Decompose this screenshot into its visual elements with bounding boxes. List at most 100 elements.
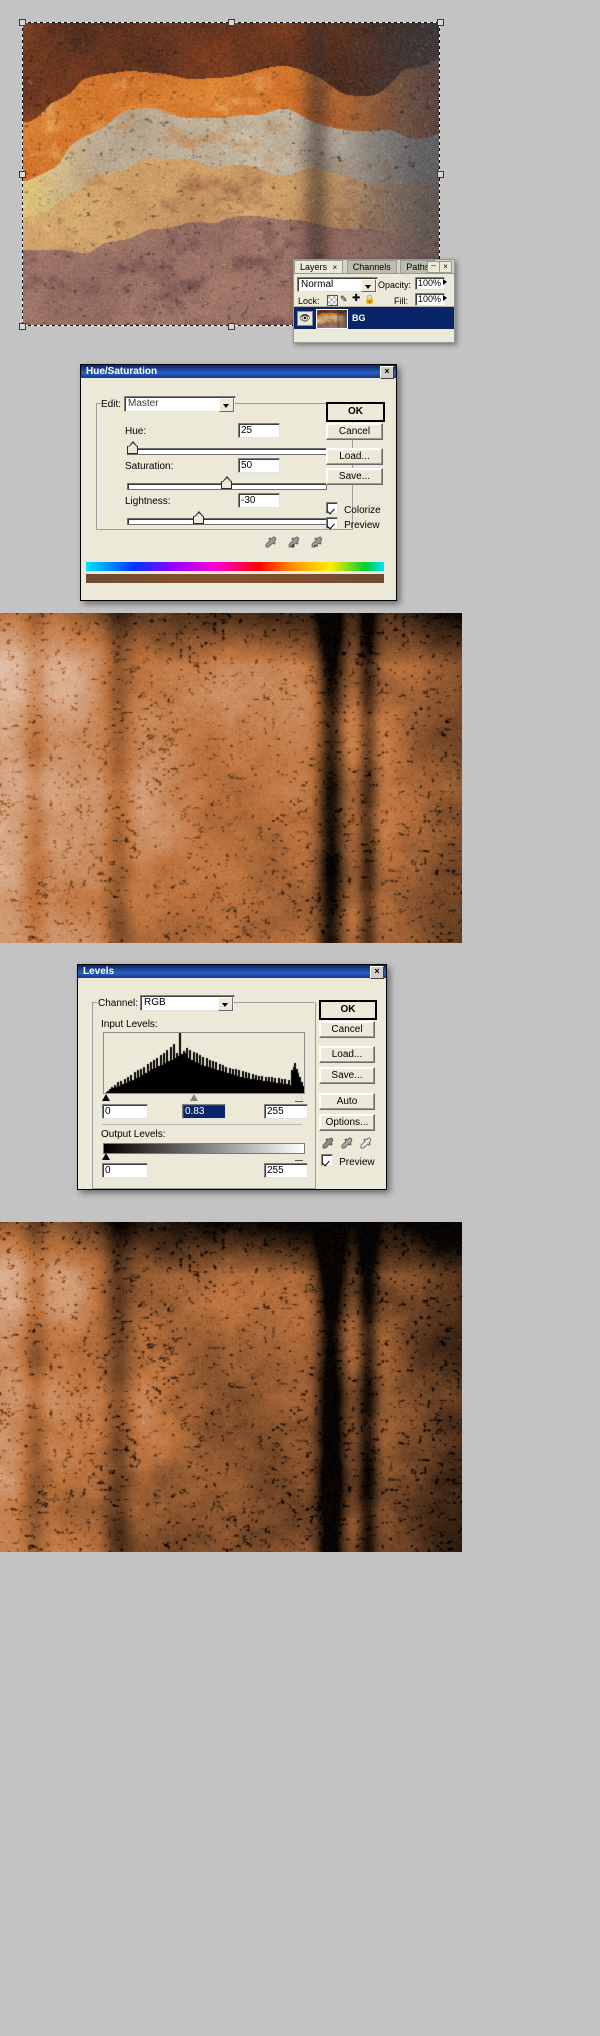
tab-layers-label: Layers <box>300 262 328 272</box>
input-black-point-handle[interactable] <box>102 1094 110 1101</box>
output-black-value[interactable]: 0 <box>102 1163 148 1178</box>
output-levels-label: Output Levels: <box>101 1129 166 1140</box>
save-button[interactable]: Save... <box>319 1067 375 1084</box>
opacity-value[interactable]: 100% <box>415 277 445 290</box>
layers-palette[interactable]: Layers × Channels Paths – × Normal Opaci… <box>293 259 455 343</box>
opacity-label: Opacity: <box>378 280 412 290</box>
fill-scrubber-icon[interactable] <box>443 295 447 301</box>
hue-saturation-dialog[interactable]: Hue/Saturation × Edit: Master Hue: 25 Sa… <box>80 364 397 601</box>
colorize-checkbox-row[interactable]: Colorize <box>326 502 381 516</box>
preview-checkbox-row[interactable]: Preview <box>326 517 380 531</box>
final-rust-texture <box>0 1222 462 1552</box>
preview-label: Preview <box>344 520 380 531</box>
dialog-body: Channel: RGB Input Levels: 0 0.83 255 Ou… <box>78 978 386 1189</box>
preview-checkbox-row[interactable]: Preview <box>321 1154 375 1168</box>
palette-close-button[interactable]: × <box>439 261 452 273</box>
opacity-scrubber-icon[interactable] <box>443 279 447 285</box>
group-divider <box>102 1124 302 1125</box>
lock-row: Lock: ✎ ✚ 🔒 Fill: 100% <box>294 292 454 306</box>
ok-button[interactable]: OK <box>326 402 385 422</box>
move-lock-icon[interactable]: ✚ <box>352 294 360 304</box>
levels-dialog[interactable]: Levels × Channel: RGB Input Levels: 0 0.… <box>77 964 387 1190</box>
group-top-left-line <box>92 1002 97 1003</box>
input-slider-bar[interactable] <box>103 1093 303 1102</box>
tab-close-icon[interactable]: × <box>333 263 338 272</box>
layer-name: BG <box>352 313 366 323</box>
input-black-value[interactable]: 0 <box>102 1104 148 1119</box>
output-white-point-handle[interactable] <box>295 1153 303 1161</box>
lightness-slider-thumb[interactable] <box>193 511 204 524</box>
transform-handle[interactable] <box>19 323 26 330</box>
blend-mode-select[interactable]: Normal <box>297 277 378 292</box>
transform-handle[interactable] <box>19 19 26 26</box>
dialog-title: Hue/Saturation <box>86 366 158 377</box>
eyedropper-add-icon[interactable] <box>287 535 301 549</box>
output-gradient-bar <box>103 1143 305 1154</box>
lightness-slider-track[interactable] <box>127 518 327 525</box>
input-levels-label: Input Levels: <box>101 1019 158 1030</box>
saturation-slider-thumb[interactable] <box>221 476 232 489</box>
palette-tabs[interactable]: Layers × Channels Paths – × <box>294 260 454 274</box>
hue-label: Hue: <box>125 426 147 437</box>
hue-slider-thumb[interactable] <box>127 441 138 454</box>
cancel-button[interactable]: Cancel <box>319 1021 375 1038</box>
colorize-checkbox[interactable] <box>326 502 338 514</box>
ok-button[interactable]: OK <box>319 1000 377 1020</box>
chevron-down-icon[interactable] <box>361 279 376 292</box>
load-button[interactable]: Load... <box>319 1046 375 1063</box>
transform-handle[interactable] <box>228 323 235 330</box>
eye-icon[interactable]: 👁 <box>297 311 313 326</box>
input-gray-point-handle[interactable] <box>190 1094 198 1101</box>
blend-mode-value: Normal <box>301 279 334 290</box>
preview-checkbox[interactable] <box>321 1154 333 1166</box>
auto-button[interactable]: Auto <box>319 1093 375 1110</box>
input-white-value[interactable]: 255 <box>264 1104 308 1119</box>
recolored-rust-texture <box>0 613 462 943</box>
input-gamma-value[interactable]: 0.83 <box>182 1104 226 1119</box>
fill-value[interactable]: 100% <box>415 293 445 306</box>
hue-slider-track[interactable] <box>127 448 327 455</box>
preview-checkbox[interactable] <box>326 517 338 529</box>
tab-layers[interactable]: Layers × <box>294 260 344 273</box>
transform-handle[interactable] <box>19 171 26 178</box>
lightness-value-input[interactable]: -30 <box>238 493 280 508</box>
eyedropper-white-icon[interactable] <box>359 1136 373 1150</box>
hue-value-input[interactable]: 25 <box>238 423 280 438</box>
output-black-point-handle[interactable] <box>102 1153 110 1160</box>
preview-label: Preview <box>339 1157 375 1168</box>
eyedropper-subtract-icon[interactable] <box>310 535 324 549</box>
blend-mode-row: Normal Opacity: 100% <box>294 276 454 292</box>
dialog-titlebar[interactable]: Levels × <box>78 965 386 979</box>
saturation-value-input[interactable]: 50 <box>238 458 280 473</box>
output-white-value[interactable]: 255 <box>264 1163 308 1178</box>
hue-spectrum-bar <box>86 562 384 571</box>
dialog-titlebar[interactable]: Hue/Saturation × <box>81 365 396 379</box>
transform-handle[interactable] <box>437 171 444 178</box>
saturation-label: Saturation: <box>125 461 174 472</box>
transform-handle[interactable] <box>437 19 444 26</box>
save-button[interactable]: Save... <box>326 468 383 485</box>
cancel-button[interactable]: Cancel <box>326 423 383 440</box>
table-row[interactable]: 👁 BG <box>294 306 454 329</box>
transparency-lock-icon[interactable] <box>327 295 338 306</box>
tab-channels[interactable]: Channels <box>346 260 397 273</box>
eyedropper-gray-icon[interactable] <box>340 1136 354 1150</box>
tutorial-stage: Layers × Channels Paths – × Normal Opaci… <box>0 0 600 2036</box>
result-color-bar <box>86 574 384 583</box>
load-button[interactable]: Load... <box>326 448 383 465</box>
transform-handle[interactable] <box>228 19 235 26</box>
colorize-label: Colorize <box>344 505 381 516</box>
dialog-body: Edit: Master Hue: 25 Saturation: 50 Ligh… <box>81 378 396 583</box>
dialog-title: Levels <box>83 966 115 977</box>
lightness-label: Lightness: <box>125 496 171 507</box>
group-top-left-line <box>96 403 101 404</box>
eyedropper-icon[interactable] <box>264 535 278 549</box>
histogram <box>103 1032 305 1094</box>
group-top-right-line <box>232 1002 314 1003</box>
eyedropper-black-icon[interactable] <box>321 1136 335 1150</box>
all-lock-icon[interactable]: 🔒 <box>364 294 375 304</box>
brush-lock-icon[interactable]: ✎ <box>340 295 348 304</box>
options-button[interactable]: Options... <box>319 1114 375 1131</box>
input-white-point-outline <box>295 1094 303 1102</box>
layer-thumbnail[interactable] <box>316 309 348 329</box>
